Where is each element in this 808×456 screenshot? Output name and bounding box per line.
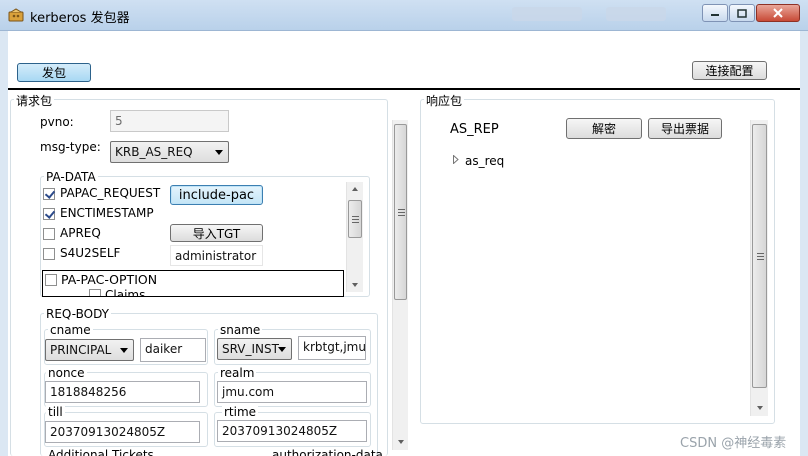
msg-type-label: msg-type: <box>40 140 101 154</box>
response-scrollbar[interactable] <box>750 120 768 416</box>
pa-pac-option-label: PA-PAC-OPTION <box>61 272 158 287</box>
cname-type-select[interactable]: PRINCIPAL <box>45 339 134 361</box>
s4u2self-label: S4U2SELF <box>60 246 121 260</box>
grip-icon <box>756 253 764 260</box>
pa-data-group-label: PA-DATA <box>44 170 98 184</box>
pvno-label: pvno: <box>40 115 74 129</box>
papac-request-checkbox[interactable] <box>43 188 55 200</box>
msg-type-select[interactable]: KRB_AS_REQ <box>110 141 229 163</box>
include-pac-button[interactable]: include-pac <box>170 185 263 205</box>
enctimestamp-checkbox[interactable] <box>43 208 55 220</box>
send-button[interactable]: 发包 <box>17 63 91 82</box>
cname-label: cname <box>48 323 93 337</box>
response-group-label: 响应包 <box>424 92 465 109</box>
nonce-label: nonce <box>46 366 87 380</box>
pa-pac-option-checkbox[interactable] <box>45 274 57 286</box>
cname-field[interactable]: daiker <box>140 338 206 362</box>
nonce-field[interactable]: 1818848256 <box>45 381 200 403</box>
import-tgt-button[interactable]: 导入TGT <box>170 224 263 242</box>
export-ticket-button[interactable]: 导出票据 <box>648 118 722 139</box>
decrypt-button[interactable]: 解密 <box>566 118 642 139</box>
pa-data-scrollbar[interactable] <box>346 182 363 292</box>
authorization-data-label: authorization-data <box>272 448 383 456</box>
papac-request-label: PAPAC_REQUEST <box>60 186 161 200</box>
msg-type-value: KRB_AS_REQ <box>115 145 193 159</box>
s4u-username-field[interactable]: administrator <box>170 245 263 266</box>
blurred-area <box>512 7 582 21</box>
sname-label: sname <box>218 323 263 337</box>
blurred-area <box>606 7 666 21</box>
minimize-icon <box>711 14 719 16</box>
scroll-thumb[interactable] <box>394 124 407 300</box>
expand-arrow-icon[interactable] <box>453 155 459 164</box>
chevron-down-icon <box>120 348 128 353</box>
realm-label: realm <box>218 366 257 380</box>
cname-type-value: PRINCIPAL <box>50 343 112 357</box>
tree-node-as-req[interactable]: as_req <box>465 154 504 168</box>
grip-icon <box>397 209 405 216</box>
chevron-down-icon <box>278 347 286 352</box>
response-group <box>420 99 775 424</box>
watermark: CSDN @神经毒素 <box>680 436 787 451</box>
title-bar: kerberos 发包器 <box>0 0 808 31</box>
rtime-field[interactable]: 20370913024805Z <box>217 420 367 442</box>
scroll-thumb[interactable] <box>348 200 362 238</box>
chevron-down-icon <box>215 150 223 155</box>
till-label: till <box>46 405 65 419</box>
claims-label: Claims <box>105 288 146 297</box>
rtime-label: rtime <box>222 405 259 419</box>
scroll-down-icon[interactable] <box>751 401 768 415</box>
additional-tickets-label: Additional Tickets <box>48 448 154 456</box>
scroll-thumb[interactable] <box>752 124 767 388</box>
maximize-button[interactable] <box>729 4 755 22</box>
realm-field[interactable]: jmu.com <box>217 381 367 403</box>
window-title: kerberos 发包器 <box>30 11 130 26</box>
maximize-icon <box>737 8 747 18</box>
pvno-field[interactable]: 5 <box>110 110 229 132</box>
scroll-down-icon[interactable] <box>347 278 363 292</box>
apreq-label: APREQ <box>60 226 101 240</box>
sname-field[interactable]: krbtgt,jmu <box>298 336 366 360</box>
connection-config-button[interactable]: 连接配置 <box>692 61 767 80</box>
s4u2self-checkbox[interactable] <box>43 248 55 260</box>
scroll-down-icon[interactable] <box>393 435 408 449</box>
claims-checkbox[interactable] <box>89 289 101 296</box>
sname-type-select[interactable]: SRV_INST <box>217 338 292 360</box>
sname-type-value: SRV_INST <box>222 342 279 356</box>
close-icon <box>773 8 783 18</box>
grip-icon <box>352 216 359 223</box>
response-type-label: AS_REP <box>450 122 499 137</box>
scroll-up-icon[interactable] <box>347 182 363 196</box>
client-area: 发包 连接配置 请求包 pvno: 5 msg-type: KRB_AS_REQ… <box>8 31 800 456</box>
separator-line <box>8 88 800 90</box>
req-body-group-label: REQ-BODY <box>44 307 111 321</box>
apreq-checkbox[interactable] <box>43 228 55 240</box>
minimize-button[interactable] <box>702 4 728 22</box>
app-icon <box>8 8 24 22</box>
enctimestamp-label: ENCTIMESTAMP <box>60 206 154 220</box>
request-scrollbar[interactable] <box>392 120 408 450</box>
close-button[interactable] <box>756 4 800 22</box>
request-group-label: 请求包 <box>14 92 55 109</box>
till-field[interactable]: 20370913024805Z <box>45 421 200 443</box>
pa-pac-option-panel: PA-PAC-OPTION Claims <box>42 270 344 297</box>
